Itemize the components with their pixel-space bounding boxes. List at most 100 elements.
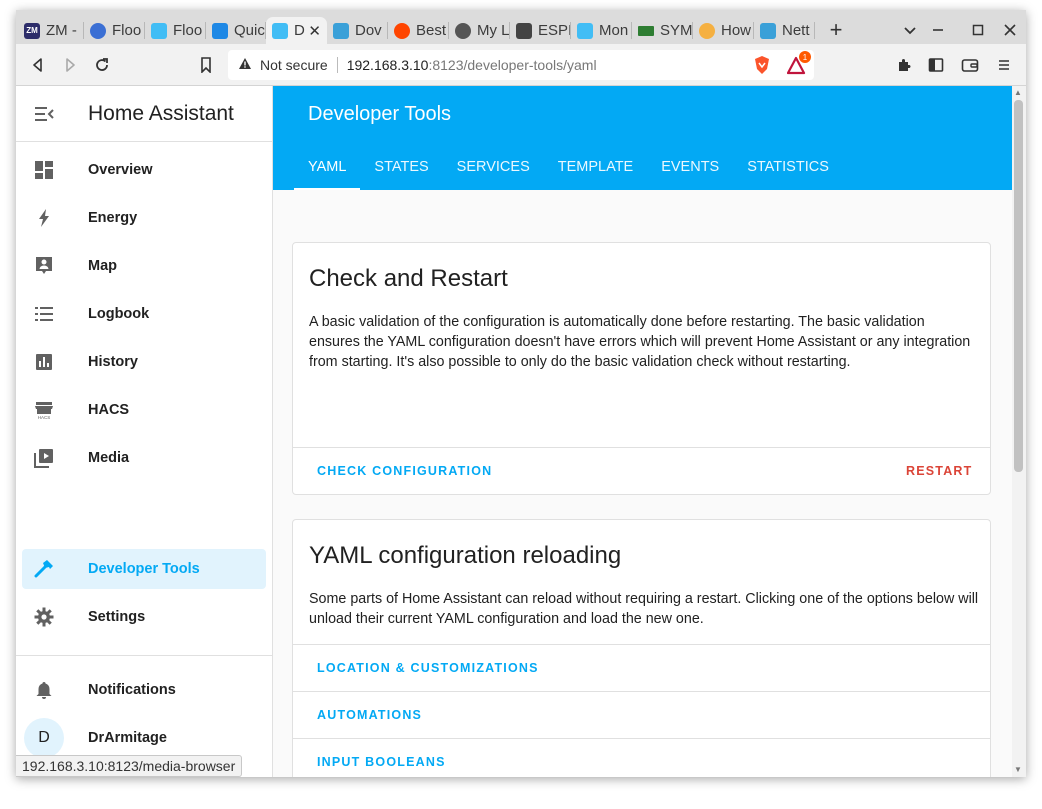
extensions-icon[interactable] — [892, 53, 916, 77]
browser-tab-active[interactable]: D ✕ — [266, 17, 327, 44]
hammer-icon — [34, 559, 54, 579]
browser-tab-label: Dov — [355, 22, 382, 39]
menu-collapse-icon[interactable] — [34, 104, 54, 124]
brave-rewards-icon[interactable]: 1 — [786, 51, 811, 77]
forward-icon[interactable] — [58, 53, 82, 77]
sidebar-item-label: Logbook — [88, 306, 150, 322]
tab-yaml[interactable]: YAML — [294, 144, 361, 190]
dashboard-icon — [34, 160, 54, 180]
reload-input-booleans-button[interactable]: INPUT BOOLEANS — [317, 755, 446, 769]
sidebar-item-history[interactable]: History — [22, 342, 266, 382]
browser-tab[interactable]: How — [693, 17, 754, 44]
browser-tab[interactable]: Mon — [571, 17, 632, 44]
new-tab-button[interactable]: + — [824, 17, 848, 42]
sidebar-header: Home Assistant — [16, 86, 272, 142]
tab-states[interactable]: STATES — [360, 144, 442, 190]
browser-tab[interactable]: Floo — [84, 17, 145, 44]
browser-tab[interactable]: Nett — [754, 17, 815, 44]
sidebar-item-settings[interactable]: Settings — [22, 597, 266, 637]
browser-tab[interactable]: Dov — [327, 17, 388, 44]
list-icon — [34, 304, 54, 324]
sidebar-item-overview[interactable]: Overview — [22, 150, 266, 190]
url-host: 192.168.3.10 — [346, 57, 429, 73]
reload-location-customizations-button[interactable]: LOCATION & CUSTOMIZATIONS — [317, 661, 539, 675]
restart-button[interactable]: RESTART — [906, 464, 973, 478]
sidebar-item-energy[interactable]: Energy — [22, 198, 266, 238]
sidebar-item-map[interactable]: Map — [22, 246, 266, 286]
tab-statistics[interactable]: STATISTICS — [733, 144, 843, 190]
scroll-down-icon[interactable]: ▼ — [1014, 765, 1022, 774]
browser-tab[interactable]: My L — [449, 17, 510, 44]
minimize-icon[interactable] — [926, 18, 950, 42]
sym-favicon-icon — [638, 25, 654, 36]
scroll-up-icon[interactable]: ▲ — [1014, 88, 1022, 97]
browser-toolbar: Not secure 192.168.3.10:8123/developer-t… — [16, 44, 1026, 86]
browser-tab-label: SYM — [660, 22, 693, 39]
play-icon — [34, 448, 54, 468]
browser-tab-label: Quic — [234, 22, 265, 39]
back-icon[interactable] — [26, 53, 50, 77]
browser-tab[interactable]: Floo — [145, 17, 206, 44]
maximize-icon[interactable] — [966, 18, 990, 42]
quic-favicon-icon — [212, 22, 228, 39]
header-tabs: YAML STATES SERVICES TEMPLATE EVENTS STA… — [294, 144, 843, 190]
address-bar[interactable]: Not secure 192.168.3.10:8123/developer-t… — [228, 50, 814, 80]
browser-tab[interactable]: ESPI — [510, 17, 571, 44]
page-scrollbar[interactable]: ▲ ▼ — [1012, 86, 1026, 777]
sidebar-item-developer-tools[interactable]: Developer Tools — [22, 549, 266, 589]
home-assistant-favicon-icon — [151, 22, 167, 39]
browser-tab-label: Floo — [112, 22, 142, 39]
browser-tab[interactable]: Best — [388, 17, 449, 44]
sidebar-item-label: Settings — [88, 609, 146, 625]
card-description: A basic validation of the configuration … — [309, 314, 971, 370]
sidebar-item-label: Developer Tools — [88, 561, 200, 577]
close-tab-icon[interactable]: ✕ — [308, 22, 321, 40]
sidebar: Home Assistant Overview Energy Map Logbo… — [16, 86, 273, 777]
gear-icon — [34, 607, 54, 627]
browser-tab[interactable]: ZM ZM - — [18, 17, 84, 44]
reload-row: LOCATION & CUSTOMIZATIONS — [293, 644, 990, 691]
tab-strip: ZM ZM - Floo Floo Quic D ✕ Dov Best My L… — [16, 10, 1026, 44]
svg-text:HACS: HACS — [38, 415, 51, 420]
rss-favicon-icon — [699, 22, 715, 39]
tab-template[interactable]: TEMPLATE — [544, 144, 647, 190]
yaml-reload-card: YAML configuration reloading Some parts … — [292, 519, 991, 777]
sidebar-divider — [16, 655, 272, 656]
tab-services[interactable]: SERVICES — [443, 144, 544, 190]
nett-favicon-icon — [760, 22, 776, 39]
avatar[interactable]: D — [24, 718, 64, 758]
sidebar-item-label: Media — [88, 450, 130, 466]
card-title: YAML configuration reloading — [309, 542, 622, 569]
tab-events[interactable]: EVENTS — [647, 144, 733, 190]
status-url-tooltip: 192.168.3.10:8123/media-browser — [16, 755, 243, 777]
reload-icon[interactable] — [90, 53, 114, 77]
sidebar-item-logbook[interactable]: Logbook — [22, 294, 266, 334]
bookmark-icon[interactable] — [194, 53, 218, 77]
card-description: Some parts of Home Assistant can reload … — [309, 591, 979, 627]
reload-automations-button[interactable]: AUTOMATIONS — [317, 708, 422, 722]
sidebar-item-hacs[interactable]: HACS HACS — [22, 390, 266, 430]
browser-tab-label: Nett — [782, 22, 810, 39]
brave-shield-icon[interactable] — [750, 53, 774, 77]
sidebar-item-label: History — [88, 354, 138, 370]
browser-menu-icon[interactable] — [992, 53, 1016, 77]
browser-tab-label: ESPI — [538, 22, 571, 39]
sidebar-toggle-icon[interactable] — [924, 53, 948, 77]
browser-tab[interactable]: Quic — [206, 17, 266, 44]
scrollbar-thumb[interactable] — [1014, 100, 1023, 472]
close-window-icon[interactable] — [998, 18, 1022, 42]
check-configuration-button[interactable]: CHECK CONFIGURATION — [317, 464, 492, 478]
sidebar-item-notifications[interactable]: Notifications — [22, 670, 266, 710]
tab-list-chevron-icon[interactable] — [898, 18, 922, 42]
globe-favicon-icon — [455, 22, 471, 39]
globe-favicon-icon — [90, 22, 106, 39]
url-path: :8123/developer-tools/yaml — [428, 57, 597, 73]
sidebar-item-label: DrArmitage — [88, 730, 167, 746]
wallet-icon[interactable] — [958, 53, 982, 77]
check-restart-card: Check and Restart A basic validation of … — [292, 242, 991, 495]
hacs-icon: HACS — [34, 400, 54, 420]
sidebar-item-media[interactable]: Media — [22, 438, 266, 478]
security-label[interactable]: Not secure — [260, 57, 328, 73]
reload-row: AUTOMATIONS — [293, 691, 990, 738]
browser-tab[interactable]: SYM — [632, 17, 693, 44]
